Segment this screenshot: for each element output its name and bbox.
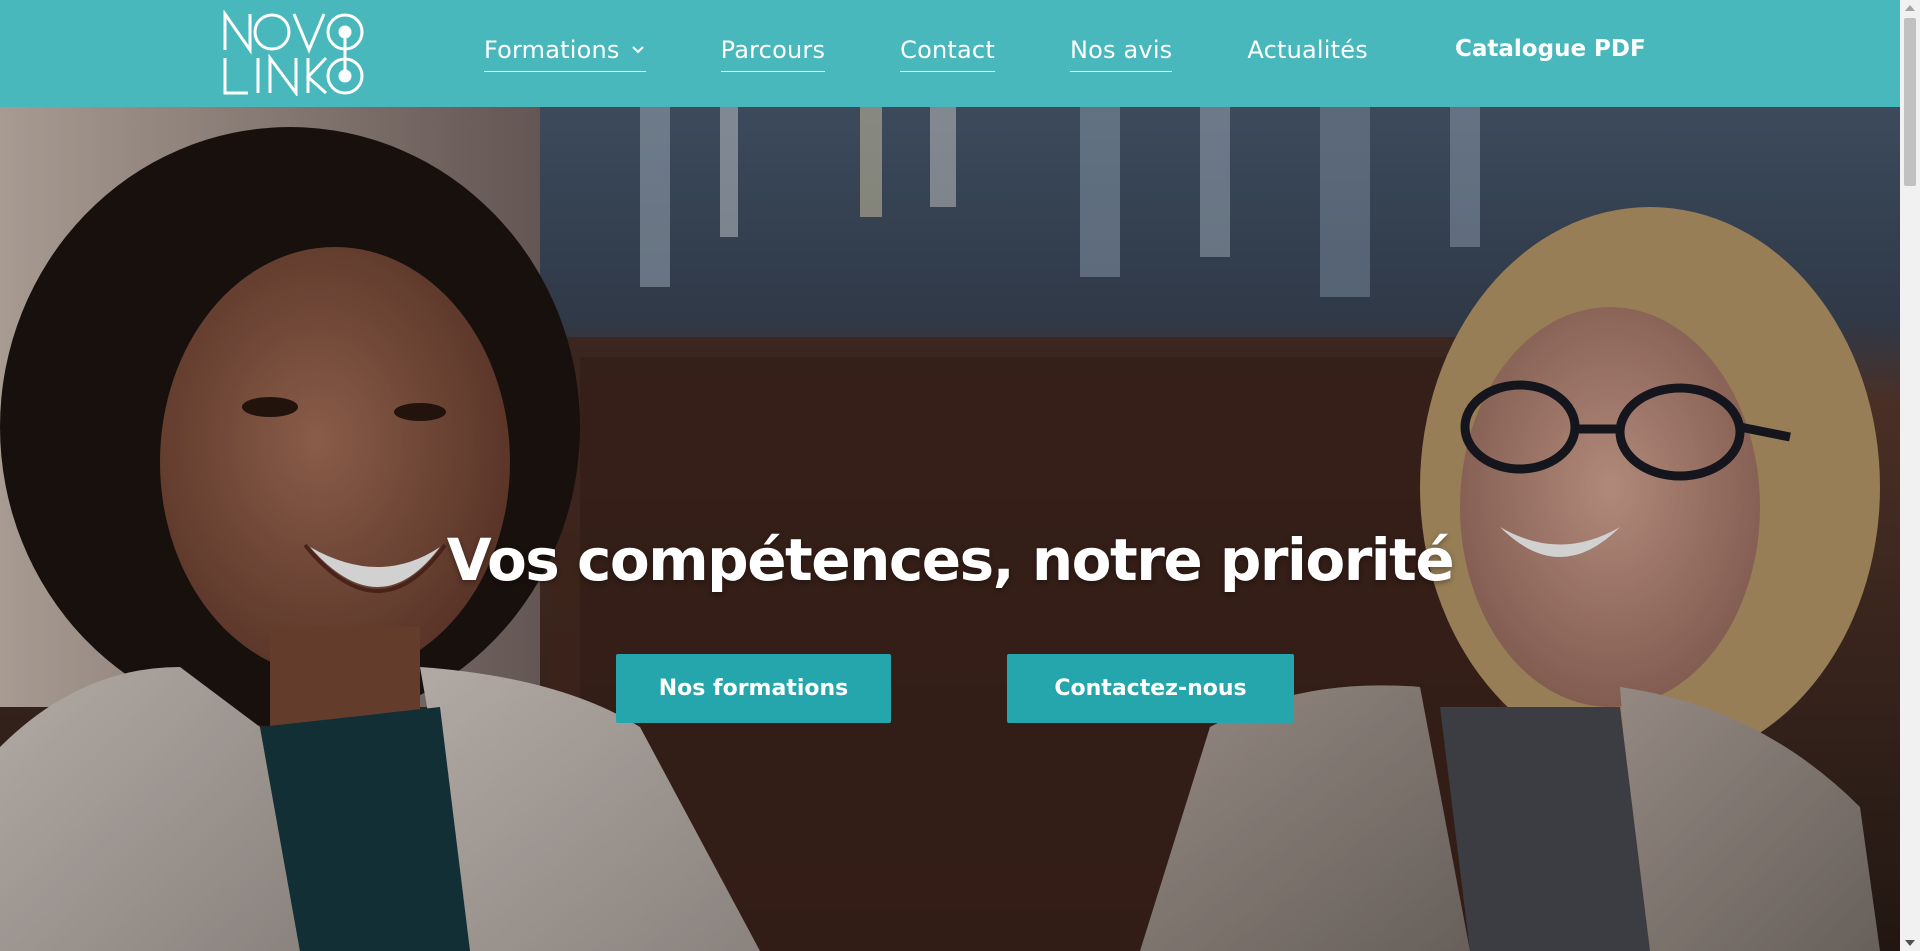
site-logo[interactable] xyxy=(222,9,372,98)
site-header: Formations Parcours Contact Nos avis Act… xyxy=(0,0,1900,107)
main-nav: Formations Parcours Contact Nos avis Act… xyxy=(484,0,1443,107)
nav-item-contact[interactable]: Contact xyxy=(900,36,995,72)
nav-item-label: Actualités xyxy=(1247,35,1368,64)
nav-item-parcours[interactable]: Parcours xyxy=(720,35,826,72)
novolinko-logo-icon xyxy=(223,9,364,98)
nav-item-label: Parcours xyxy=(720,35,826,64)
contactez-nous-button[interactable]: Contactez-nous xyxy=(1007,654,1294,723)
chevron-down-icon xyxy=(631,45,644,53)
nos-formations-button[interactable]: Nos formations xyxy=(616,654,891,723)
page-scrollbar[interactable] xyxy=(1900,0,1920,951)
scroll-down-icon[interactable] xyxy=(1905,940,1915,946)
scroll-thumb[interactable] xyxy=(1904,18,1916,186)
nav-item-formations[interactable]: Formations xyxy=(484,36,646,72)
hero-section: Vos compétences, notre priorité Nos form… xyxy=(0,107,1900,951)
nav-item-nos-avis[interactable]: Nos avis xyxy=(1069,35,1173,72)
nav-item-label: Nos avis xyxy=(1069,35,1173,64)
nav-item-actualites[interactable]: Actualités xyxy=(1247,36,1368,72)
page: Formations Parcours Contact Nos avis Act… xyxy=(0,0,1920,951)
nav-item-label: Formations xyxy=(484,35,620,64)
scroll-up-icon[interactable] xyxy=(1905,5,1915,11)
catalogue-pdf-link[interactable]: Catalogue PDF xyxy=(1455,36,1646,62)
hero-title: Vos compétences, notre priorité xyxy=(446,525,1455,594)
nav-item-label: Contact xyxy=(900,35,995,64)
